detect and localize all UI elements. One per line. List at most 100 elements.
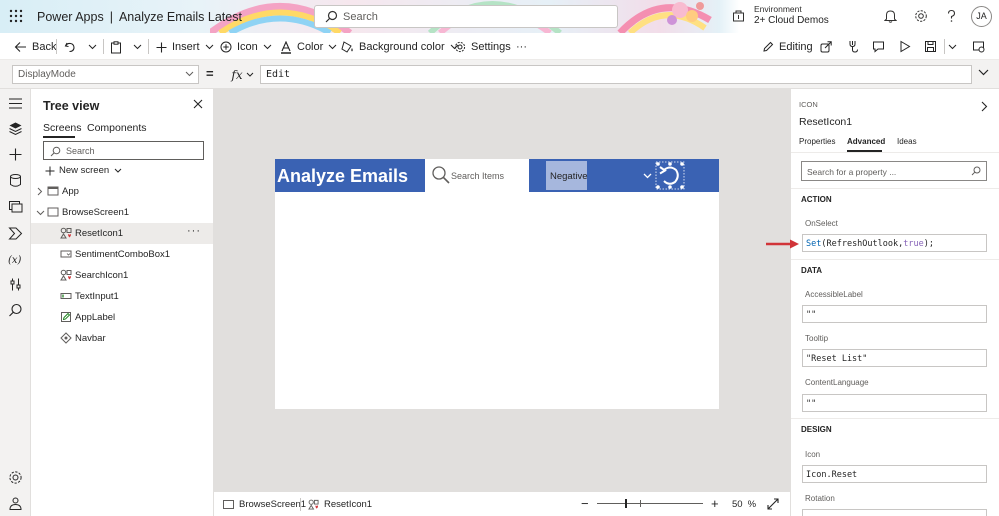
reset-icon[interactable] — [655, 161, 685, 190]
rotation-field[interactable] — [802, 509, 987, 516]
file-name[interactable]: Analyze Emails Latest — [119, 10, 242, 24]
formula-input[interactable]: Edit — [260, 65, 972, 84]
accessible-label-field[interactable]: "" — [802, 305, 987, 323]
tree-item-textinput1[interactable]: TextInput1 — [31, 286, 213, 307]
icon-menu[interactable]: Icon — [220, 39, 272, 55]
tree-item-applabel[interactable]: AppLabel — [31, 307, 213, 328]
tab-properties[interactable]: Properties — [799, 137, 835, 146]
status-screen-breadcrumb[interactable]: BrowseScreen1 — [223, 499, 306, 510]
sentiment-combobox[interactable]: Negative — [546, 161, 588, 190]
tab-screens[interactable]: Screens — [43, 122, 82, 134]
tree-item-browsescreen1[interactable]: BrowseScreen1 — [31, 202, 213, 223]
background-color-menu[interactable]: Background color — [341, 39, 459, 55]
color-menu[interactable]: Color — [280, 39, 337, 55]
virtual-agent-icon[interactable] — [8, 496, 23, 511]
undo-dropdown[interactable] — [88, 39, 102, 55]
tree-item-app[interactable]: App — [31, 181, 213, 202]
chevron-down-icon[interactable] — [643, 173, 652, 179]
expand-formula-icon[interactable] — [978, 69, 989, 76]
paste-dropdown[interactable] — [133, 39, 147, 55]
undo-button[interactable] — [64, 39, 81, 55]
advanced-tools-icon[interactable] — [8, 277, 23, 292]
tab-ideas[interactable]: Ideas — [897, 137, 917, 146]
hamburger-menu-icon[interactable] — [8, 96, 23, 111]
active-tab-indicator — [43, 136, 75, 138]
onselect-formula-field[interactable]: Set(RefreshOutlook,true); — [802, 234, 987, 252]
tree-search-input[interactable]: Search — [43, 141, 204, 160]
property-search-placeholder: Search for a property ... — [807, 167, 897, 177]
close-icon[interactable] — [193, 99, 203, 109]
app-screen-preview[interactable]: Analyze Emails Search Items Negative — [275, 159, 719, 409]
power-automate-icon[interactable] — [8, 225, 23, 240]
equals-sign: = — [206, 66, 214, 81]
environment-name[interactable]: 2+ Cloud Demos — [754, 15, 829, 26]
global-search-box[interactable]: Search — [314, 5, 618, 28]
icon-label: Icon — [237, 41, 258, 53]
section-action-heading: ACTION — [801, 195, 832, 204]
media-icon[interactable] — [8, 199, 23, 214]
user-avatar[interactable]: JA — [971, 6, 992, 27]
navbar[interactable]: Analyze Emails Search Items Negative — [275, 159, 719, 192]
content-language-field[interactable]: "" — [802, 394, 987, 412]
more-commands-button[interactable]: ··· — [516, 39, 527, 55]
settings-button[interactable]: Settings — [454, 39, 511, 55]
function-button[interactable]: fx — [225, 65, 260, 84]
design-canvas[interactable]: Analyze Emails Search Items Negative — [214, 89, 790, 491]
zoom-in-button[interactable]: + — [711, 496, 719, 511]
tab-components[interactable]: Components — [87, 122, 147, 134]
tab-advanced[interactable]: Advanced — [847, 137, 885, 146]
notifications-icon[interactable] — [884, 9, 897, 23]
insert-menu[interactable]: Insert — [156, 39, 214, 55]
share-icon[interactable] — [820, 40, 833, 53]
tree-view-layers-icon[interactable] — [8, 121, 23, 136]
zoom-slider[interactable] — [597, 503, 703, 504]
chevron-right-icon[interactable] — [981, 101, 988, 112]
search-items-placeholder: Search Items — [451, 171, 505, 181]
app-checker-icon[interactable] — [846, 40, 859, 53]
property-dropdown[interactable]: DisplayMode — [12, 65, 199, 84]
comments-icon[interactable] — [872, 40, 885, 53]
icon-property-field[interactable]: Icon.Reset — [802, 465, 987, 483]
play-preview-icon[interactable] — [899, 40, 911, 53]
zoom-slider-thumb[interactable] — [625, 499, 627, 508]
zoom-out-button[interactable]: − — [581, 496, 589, 511]
app-label[interactable]: Analyze Emails — [277, 166, 408, 187]
control-name[interactable]: ResetIcon1 — [799, 116, 852, 128]
section-divider — [791, 188, 999, 189]
section-data-heading: DATA — [801, 266, 823, 275]
tree-item-navbar[interactable]: Navbar — [31, 328, 213, 349]
search-text-input[interactable]: Search Items — [425, 159, 529, 192]
insert-plus-icon[interactable] — [8, 147, 23, 162]
label-edit-icon — [61, 312, 71, 322]
help-icon[interactable] — [945, 9, 958, 23]
publish-icon[interactable] — [972, 40, 985, 53]
tree-item-sentimentcombobox1[interactable]: SentimentComboBox1 — [31, 244, 213, 265]
property-search-input[interactable]: Search for a property ... — [801, 161, 987, 181]
search-icon — [325, 10, 338, 23]
tree-view-panel: Tree view Screens Components Search New … — [31, 89, 214, 516]
tree-item-label: ResetIcon1 — [75, 228, 124, 239]
back-button[interactable]: Back — [14, 39, 56, 55]
settings-gear-icon[interactable] — [914, 9, 928, 23]
search-icon[interactable] — [431, 165, 451, 185]
variables-icon[interactable]: (x) — [8, 251, 23, 266]
fit-to-window-icon[interactable] — [767, 498, 779, 510]
search-icon[interactable] — [8, 303, 23, 318]
save-dropdown[interactable] — [948, 39, 962, 55]
chevron-down-icon — [36, 210, 45, 216]
editing-mode-button[interactable]: Editing — [762, 39, 813, 55]
save-icon[interactable] — [924, 40, 937, 53]
tooltip-field[interactable]: "Reset List" — [802, 349, 987, 367]
toolbar-divider — [56, 39, 57, 54]
settings-gear-icon[interactable] — [8, 470, 23, 485]
paint-bucket-icon — [341, 41, 353, 53]
more-options-button[interactable]: ··· — [187, 225, 201, 237]
tab-divider — [791, 152, 999, 153]
tree-item-reseticon1[interactable]: ResetIcon1 ··· — [31, 223, 213, 244]
app-launcher-icon[interactable] — [8, 8, 24, 24]
tree-item-searchicon1[interactable]: SearchIcon1 — [31, 265, 213, 286]
new-screen-button[interactable]: New screen — [45, 165, 126, 176]
paste-button[interactable] — [110, 39, 127, 55]
data-cylinder-icon[interactable] — [8, 173, 23, 188]
status-control-breadcrumb[interactable]: ResetIcon1 — [308, 499, 372, 510]
